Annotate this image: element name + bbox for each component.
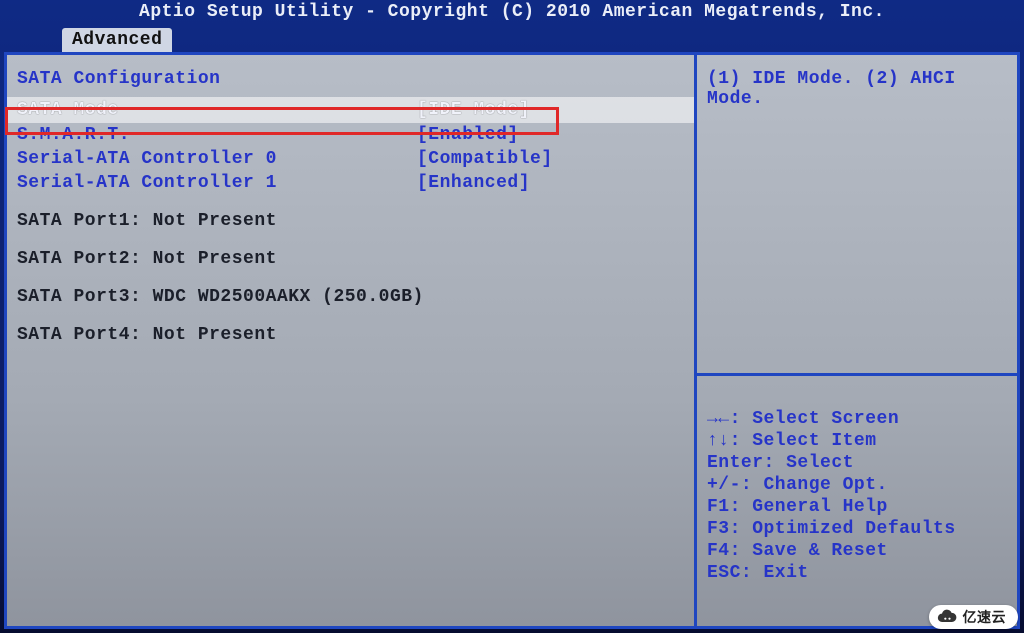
cloud-icon [937,607,957,627]
main-panel: SATA Configuration SATA Mode [IDE Mode] … [7,55,697,626]
section-title: SATA Configuration [7,69,694,97]
setting-sata-ctrl-0[interactable]: Serial-ATA Controller 0 [Compatible] [7,147,694,171]
sata-port-2: SATA Port2: Not Present [7,247,694,271]
key-change-opt: +/-: Change Opt. [707,475,888,495]
watermark-text: 亿速云 [963,607,1007,627]
setting-value: [Compatible] [417,147,553,171]
bios-title: Aptio Setup Utility - Copyright (C) 2010… [0,0,1024,28]
setting-label: Serial-ATA Controller 0 [17,147,417,171]
setting-sata-mode[interactable]: SATA Mode [IDE Mode] [7,97,694,123]
key-optimized-defaults: F3: Optimized Defaults [707,519,956,539]
sata-port-3: SATA Port3: WDC WD2500AAKX (250.0GB) [7,285,694,309]
key-select-item: ↑↓: Select Item [707,431,877,451]
bios-screen: Aptio Setup Utility - Copyright (C) 2010… [0,0,1024,633]
setting-sata-ctrl-1[interactable]: Serial-ATA Controller 1 [Enhanced] [7,171,694,195]
key-select-screen: →←: Select Screen [707,409,899,429]
workarea: SATA Configuration SATA Mode [IDE Mode] … [4,52,1020,629]
setting-label: SATA Mode [17,97,417,123]
key-legend: →←: Select Screen ↑↓: Select Item Enter:… [697,376,1017,626]
setting-smart[interactable]: S.M.A.R.T. [Enabled] [7,123,694,147]
setting-label: S.M.A.R.T. [17,123,417,147]
port-text: SATA Port3: WDC WD2500AAKX (250.0GB) [17,285,424,309]
setting-value: [IDE Mode] [417,97,530,123]
item-help: (1) IDE Mode. (2) AHCI Mode. [697,55,1017,373]
side-panel: (1) IDE Mode. (2) AHCI Mode. →←: Select … [697,55,1017,626]
key-exit: ESC: Exit [707,563,809,583]
sata-port-4: SATA Port4: Not Present [7,323,694,347]
help-text: (1) IDE Mode. (2) AHCI Mode. [707,69,1007,109]
sata-port-1: SATA Port1: Not Present [7,209,694,233]
tab-advanced[interactable]: Advanced [62,28,172,52]
tab-bar: Advanced [0,28,1024,52]
setting-value: [Enhanced] [417,171,530,195]
key-enter: Enter: Select [707,453,854,473]
key-general-help: F1: General Help [707,497,888,517]
port-text: SATA Port1: Not Present [17,209,277,233]
key-save-reset: F4: Save & Reset [707,541,888,561]
setting-value: [Enabled] [417,123,519,147]
watermark-badge: 亿速云 [929,605,1019,629]
port-text: SATA Port2: Not Present [17,247,277,271]
setting-label: Serial-ATA Controller 1 [17,171,417,195]
port-text: SATA Port4: Not Present [17,323,277,347]
